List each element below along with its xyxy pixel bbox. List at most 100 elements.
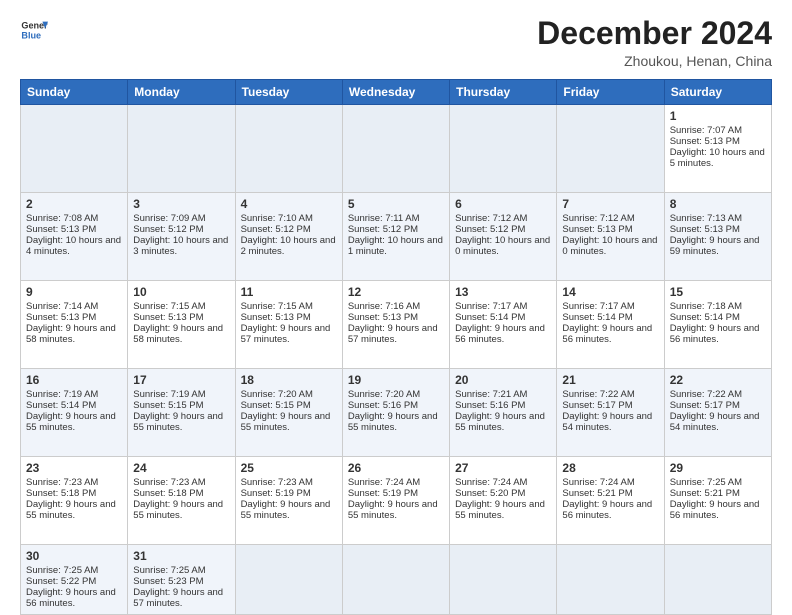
daylight-text: Daylight: 9 hours and 54 minutes. [670,411,760,433]
table-row: 2 Sunrise: 7:08 AM Sunset: 5:13 PM Dayli… [21,193,772,281]
day-number: 18 [241,373,337,387]
day-number: 26 [348,461,444,475]
table-row: 9 Sunrise: 7:14 AM Sunset: 5:13 PM Dayli… [21,281,772,369]
day-number: 23 [26,461,122,475]
day-number: 24 [133,461,229,475]
col-monday: Monday [128,80,235,105]
daylight-text: Daylight: 9 hours and 55 minutes. [26,499,116,521]
daylight-text: Daylight: 9 hours and 58 minutes. [133,323,223,345]
sunrise-text: Sunrise: 7:11 AM [348,213,420,224]
daylight-text: Daylight: 10 hours and 0 minutes. [455,235,550,257]
sunrise-text: Sunrise: 7:25 AM [670,477,742,488]
day-number: 11 [241,285,337,299]
day-cell-6: 6 Sunrise: 7:12 AM Sunset: 5:12 PM Dayli… [450,193,557,281]
sunset-text: Sunset: 5:23 PM [133,576,203,587]
sunrise-text: Sunrise: 7:24 AM [562,477,634,488]
day-cell-27: 27 Sunrise: 7:24 AM Sunset: 5:20 PM Dayl… [450,457,557,545]
sunrise-text: Sunrise: 7:21 AM [455,389,527,400]
sunrise-text: Sunrise: 7:24 AM [348,477,420,488]
sunrise-text: Sunrise: 7:19 AM [133,389,205,400]
sunset-text: Sunset: 5:17 PM [670,400,740,411]
day-cell-2: 2 Sunrise: 7:08 AM Sunset: 5:13 PM Dayli… [21,193,128,281]
sunset-text: Sunset: 5:18 PM [26,488,96,499]
day-cell-15-sat: 15 Sunrise: 7:18 AM Sunset: 5:14 PM Dayl… [664,281,771,369]
sunrise-text: Sunrise: 7:08 AM [26,213,98,224]
day-number: 27 [455,461,551,475]
day-number: 20 [455,373,551,387]
daylight-text: Daylight: 9 hours and 56 minutes. [562,499,652,521]
daylight-text: Daylight: 9 hours and 56 minutes. [455,323,545,345]
day-cell-23: 23 Sunrise: 7:23 AM Sunset: 5:18 PM Dayl… [21,457,128,545]
daylight-text: Daylight: 9 hours and 55 minutes. [348,411,438,433]
sunset-text: Sunset: 5:13 PM [26,224,96,235]
day-cell-17: 17 Sunrise: 7:19 AM Sunset: 5:15 PM Dayl… [128,369,235,457]
day-number: 13 [455,285,551,299]
day-number: 31 [133,549,229,563]
sunset-text: Sunset: 5:12 PM [241,224,311,235]
daylight-text: Daylight: 9 hours and 55 minutes. [26,411,116,433]
sunrise-text: Sunrise: 7:14 AM [26,301,98,312]
sunrise-text: Sunrise: 7:19 AM [26,389,98,400]
day-number: 22 [670,373,766,387]
daylight-text: Daylight: 9 hours and 57 minutes. [241,323,331,345]
sunrise-text: Sunrise: 7:16 AM [348,301,420,312]
day-number: 8 [670,197,766,211]
day-cell-3: 3 Sunrise: 7:09 AM Sunset: 5:12 PM Dayli… [128,193,235,281]
sunset-text: Sunset: 5:12 PM [133,224,203,235]
daylight-text: Daylight: 10 hours and 2 minutes. [241,235,336,257]
day-cell-16: 16 Sunrise: 7:19 AM Sunset: 5:14 PM Dayl… [21,369,128,457]
table-row: 23 Sunrise: 7:23 AM Sunset: 5:18 PM Dayl… [21,457,772,545]
day-cell-18: 18 Sunrise: 7:20 AM Sunset: 5:15 PM Dayl… [235,369,342,457]
sunset-text: Sunset: 5:17 PM [562,400,632,411]
daylight-text: Daylight: 10 hours and 4 minutes. [26,235,121,257]
sunrise-text: Sunrise: 7:22 AM [670,389,742,400]
sunset-text: Sunset: 5:14 PM [26,400,96,411]
sunrise-text: Sunrise: 7:25 AM [26,565,98,576]
sunset-text: Sunset: 5:15 PM [133,400,203,411]
sunset-text: Sunset: 5:13 PM [348,312,418,323]
day-cell-31: 31 Sunrise: 7:25 AM Sunset: 5:23 PM Dayl… [128,545,235,615]
sunset-text: Sunset: 5:14 PM [670,312,740,323]
svg-text:Blue: Blue [21,30,41,40]
sunset-text: Sunset: 5:13 PM [670,224,740,235]
day-number: 5 [348,197,444,211]
empty-cell [557,545,664,615]
day-number: 12 [348,285,444,299]
daylight-text: Daylight: 10 hours and 1 minute. [348,235,443,257]
sunrise-text: Sunrise: 7:24 AM [455,477,527,488]
daylight-text: Daylight: 9 hours and 57 minutes. [348,323,438,345]
day-number: 3 [133,197,229,211]
calendar-table: Sunday Monday Tuesday Wednesday Thursday… [20,79,772,615]
sunset-text: Sunset: 5:19 PM [241,488,311,499]
empty-cell [450,105,557,193]
daylight-text: Daylight: 9 hours and 55 minutes. [241,499,331,521]
sunrise-text: Sunrise: 7:23 AM [133,477,205,488]
sunrise-text: Sunrise: 7:20 AM [241,389,313,400]
empty-cell [664,545,771,615]
day-cell-24: 24 Sunrise: 7:23 AM Sunset: 5:18 PM Dayl… [128,457,235,545]
sunset-text: Sunset: 5:21 PM [562,488,632,499]
sunrise-text: Sunrise: 7:15 AM [133,301,205,312]
table-row: 30 Sunrise: 7:25 AM Sunset: 5:22 PM Dayl… [21,545,772,615]
title-block: December 2024 Zhoukou, Henan, China [537,16,772,69]
day-number: 9 [26,285,122,299]
daylight-text: Daylight: 9 hours and 55 minutes. [455,499,545,521]
sunset-text: Sunset: 5:13 PM [26,312,96,323]
sunset-text: Sunset: 5:13 PM [670,136,740,147]
day-cell-5: 5 Sunrise: 7:11 AM Sunset: 5:12 PM Dayli… [342,193,449,281]
day-number: 15 [670,285,766,299]
empty-cell [557,105,664,193]
sunset-text: Sunset: 5:20 PM [455,488,525,499]
empty-cell [342,545,449,615]
day-cell-26: 26 Sunrise: 7:24 AM Sunset: 5:19 PM Dayl… [342,457,449,545]
day-cell-20: 20 Sunrise: 7:21 AM Sunset: 5:16 PM Dayl… [450,369,557,457]
day-number: 14 [562,285,658,299]
sunrise-text: Sunrise: 7:23 AM [241,477,313,488]
daylight-text: Daylight: 10 hours and 5 minutes. [670,147,765,169]
col-tuesday: Tuesday [235,80,342,105]
sunset-text: Sunset: 5:21 PM [670,488,740,499]
sunrise-text: Sunrise: 7:17 AM [562,301,634,312]
sunset-text: Sunset: 5:14 PM [455,312,525,323]
day-number: 16 [26,373,122,387]
day-cell-13: 13 Sunrise: 7:17 AM Sunset: 5:14 PM Dayl… [450,281,557,369]
